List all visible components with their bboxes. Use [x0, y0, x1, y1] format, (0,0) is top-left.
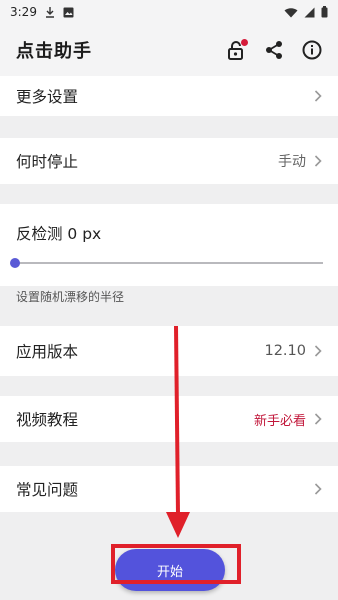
app-title: 点击助手 — [16, 41, 92, 62]
more-settings-row[interactable]: 更多设置 — [0, 76, 338, 116]
app-version-label: 应用版本 — [16, 343, 79, 361]
chevron-right-icon — [314, 154, 324, 168]
signal-icon — [304, 7, 315, 18]
stop-when-label: 何时停止 — [16, 153, 79, 171]
wifi-icon — [284, 7, 298, 18]
status-bar: 3:29 — [0, 0, 338, 24]
more-settings-label: 更多设置 — [16, 88, 79, 106]
chevron-right-icon — [314, 344, 324, 358]
battery-icon — [321, 6, 328, 18]
share-button[interactable] — [262, 38, 286, 62]
download-icon — [45, 6, 55, 18]
app-version-row[interactable]: 应用版本 12.10 — [0, 326, 338, 376]
faq-label: 常见问题 — [16, 481, 79, 499]
info-button[interactable] — [300, 38, 324, 62]
status-time: 3:29 — [10, 5, 37, 19]
lock-button[interactable] — [224, 38, 248, 62]
video-tutorial-value: 新手必看 — [253, 413, 306, 429]
photo-icon — [63, 7, 74, 18]
app-bar: 点击助手 — [0, 24, 338, 76]
chevron-right-icon — [314, 89, 324, 103]
reverse-detect-slider-track[interactable] — [15, 262, 323, 264]
info-icon — [302, 40, 322, 60]
app-version-value: 12.10 — [264, 343, 306, 359]
start-button[interactable]: 开始 — [115, 549, 225, 591]
reverse-detect-slider-thumb[interactable] — [10, 258, 20, 268]
chevron-right-icon — [314, 482, 324, 496]
stop-when-value: 手动 — [278, 154, 306, 170]
reverse-detect-hint: 设置随机漂移的半径 — [16, 290, 125, 304]
reverse-detect-label: 反检测 0 px — [16, 225, 102, 243]
chevron-right-icon — [314, 412, 324, 426]
video-tutorial-label: 视频教程 — [16, 411, 79, 429]
notification-dot — [241, 39, 248, 46]
start-button-label: 开始 — [156, 564, 183, 580]
reverse-detect-card: 反检测 0 px — [0, 204, 338, 286]
faq-row[interactable]: 常见问题 — [0, 466, 338, 512]
video-tutorial-row[interactable]: 视频教程 新手必看 — [0, 396, 338, 442]
share-icon — [266, 41, 282, 59]
stop-when-row[interactable]: 何时停止 手动 — [0, 138, 338, 184]
